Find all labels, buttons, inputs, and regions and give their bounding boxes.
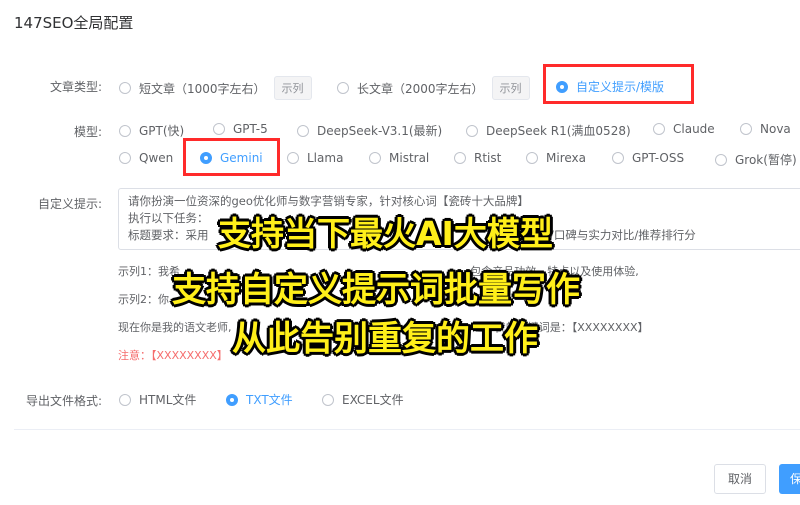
model-radio-mirexa[interactable]: Mirexa bbox=[526, 151, 586, 165]
model-radio-qwen[interactable]: Qwen bbox=[119, 151, 173, 165]
model-option-label: Mistral bbox=[389, 151, 430, 165]
radio-circle-icon bbox=[119, 124, 131, 137]
model-option-label: Grok(暂停) bbox=[735, 153, 797, 167]
overlay-caption-line-3: 从此告别重复的工作 bbox=[232, 319, 538, 359]
radio-circle-icon bbox=[287, 152, 299, 164]
radio-circle-icon bbox=[119, 393, 131, 406]
radio-circle-icon bbox=[454, 152, 466, 164]
export-format-html-radio[interactable]: HTML文件 bbox=[119, 391, 196, 408]
model-option-label: Llama bbox=[307, 151, 344, 165]
article-type-long-radio[interactable]: 长文章（2000字左右） 示列 bbox=[337, 76, 530, 100]
model-option-label: Nova bbox=[760, 122, 791, 136]
radio-checked-icon bbox=[226, 393, 238, 406]
model-option-label: GPT-5 bbox=[233, 122, 268, 136]
radio-circle-icon bbox=[337, 82, 349, 94]
export-format-label: 导出文件格式: bbox=[25, 394, 102, 408]
model-radio-deepseek-r1[interactable]: DeepSeek R1(满血0528) bbox=[466, 122, 631, 139]
radio-circle-icon bbox=[612, 152, 624, 164]
save-button[interactable]: 保 bbox=[779, 464, 800, 494]
model-option-label: DeepSeek R1(满血0528) bbox=[486, 124, 631, 138]
radio-circle-icon bbox=[653, 123, 665, 135]
radio-circle-icon bbox=[466, 124, 478, 137]
model-radio-nova[interactable]: Nova bbox=[740, 122, 791, 136]
export-format-option-label: HTML文件 bbox=[139, 393, 197, 407]
model-option-label: Rtist bbox=[474, 151, 502, 165]
export-format-option-label: TXT文件 bbox=[246, 393, 293, 407]
model-option-label: DeepSeek-V3.1(最新) bbox=[317, 124, 443, 138]
model-radio-deepseek-v31[interactable]: DeepSeek-V3.1(最新) bbox=[297, 122, 442, 139]
overlay-caption-line-1: 支持当下最火AI大模型 bbox=[218, 214, 553, 253]
highlight-box-gemini bbox=[183, 138, 280, 176]
article-type-short-example-button[interactable]: 示列 bbox=[273, 76, 312, 100]
model-option-label: Qwen bbox=[139, 151, 174, 165]
article-type-label: 文章类型: bbox=[49, 80, 102, 94]
model-radio-gpt-oss[interactable]: GPT-OSS bbox=[612, 151, 684, 165]
article-type-long-label: 长文章（2000字左右） bbox=[357, 81, 484, 96]
model-option-label: GPT-OSS bbox=[632, 151, 685, 165]
overlay-caption-line-2: 支持自定义提示词批量写作 bbox=[172, 270, 580, 310]
model-radio-gpt-5[interactable]: GPT-5 bbox=[213, 122, 268, 136]
radio-circle-icon bbox=[740, 123, 752, 135]
model-option-label: Mirexa bbox=[546, 151, 586, 165]
model-option-label: Claude bbox=[673, 122, 715, 136]
model-radio-mistral[interactable]: Mistral bbox=[369, 151, 429, 165]
radio-circle-icon bbox=[322, 393, 334, 406]
footer-divider bbox=[14, 429, 800, 430]
model-label: 模型: bbox=[73, 125, 102, 139]
export-format-txt-radio[interactable]: TXT文件 bbox=[226, 391, 293, 408]
custom-prompt-label: 自定义提示: bbox=[37, 197, 102, 211]
radio-circle-icon bbox=[119, 152, 131, 164]
radio-circle-icon bbox=[715, 153, 727, 166]
dialog-title: 147SEO全局配置 bbox=[14, 14, 134, 32]
model-radio-rtist[interactable]: Rtist bbox=[454, 151, 501, 165]
model-radio-llama[interactable]: Llama bbox=[287, 151, 343, 165]
cancel-button[interactable]: 取消 bbox=[714, 464, 766, 494]
export-format-excel-radio[interactable]: EXCEL文件 bbox=[322, 391, 404, 408]
model-option-label: GPT(快) bbox=[139, 124, 185, 138]
model-radio-gpt-fast[interactable]: GPT(快) bbox=[119, 122, 184, 139]
article-type-short-label: 短文章（1000字左右） bbox=[139, 81, 266, 96]
article-type-short-radio[interactable]: 短文章（1000字左右） 示列 bbox=[119, 76, 312, 100]
export-format-option-label: EXCEL文件 bbox=[342, 393, 404, 407]
model-radio-grok[interactable]: Grok(暂停) bbox=[715, 151, 797, 168]
radio-circle-icon bbox=[213, 123, 225, 135]
radio-circle-icon bbox=[119, 82, 131, 94]
model-radio-claude[interactable]: Claude bbox=[653, 122, 715, 136]
radio-circle-icon bbox=[297, 124, 309, 137]
article-type-long-example-button[interactable]: 示列 bbox=[491, 76, 530, 100]
hint-warning: 注意：【XXXXXXXX】 bbox=[118, 349, 228, 362]
highlight-box-custom-template bbox=[543, 64, 694, 104]
radio-circle-icon bbox=[526, 152, 538, 164]
radio-circle-icon bbox=[369, 152, 381, 164]
